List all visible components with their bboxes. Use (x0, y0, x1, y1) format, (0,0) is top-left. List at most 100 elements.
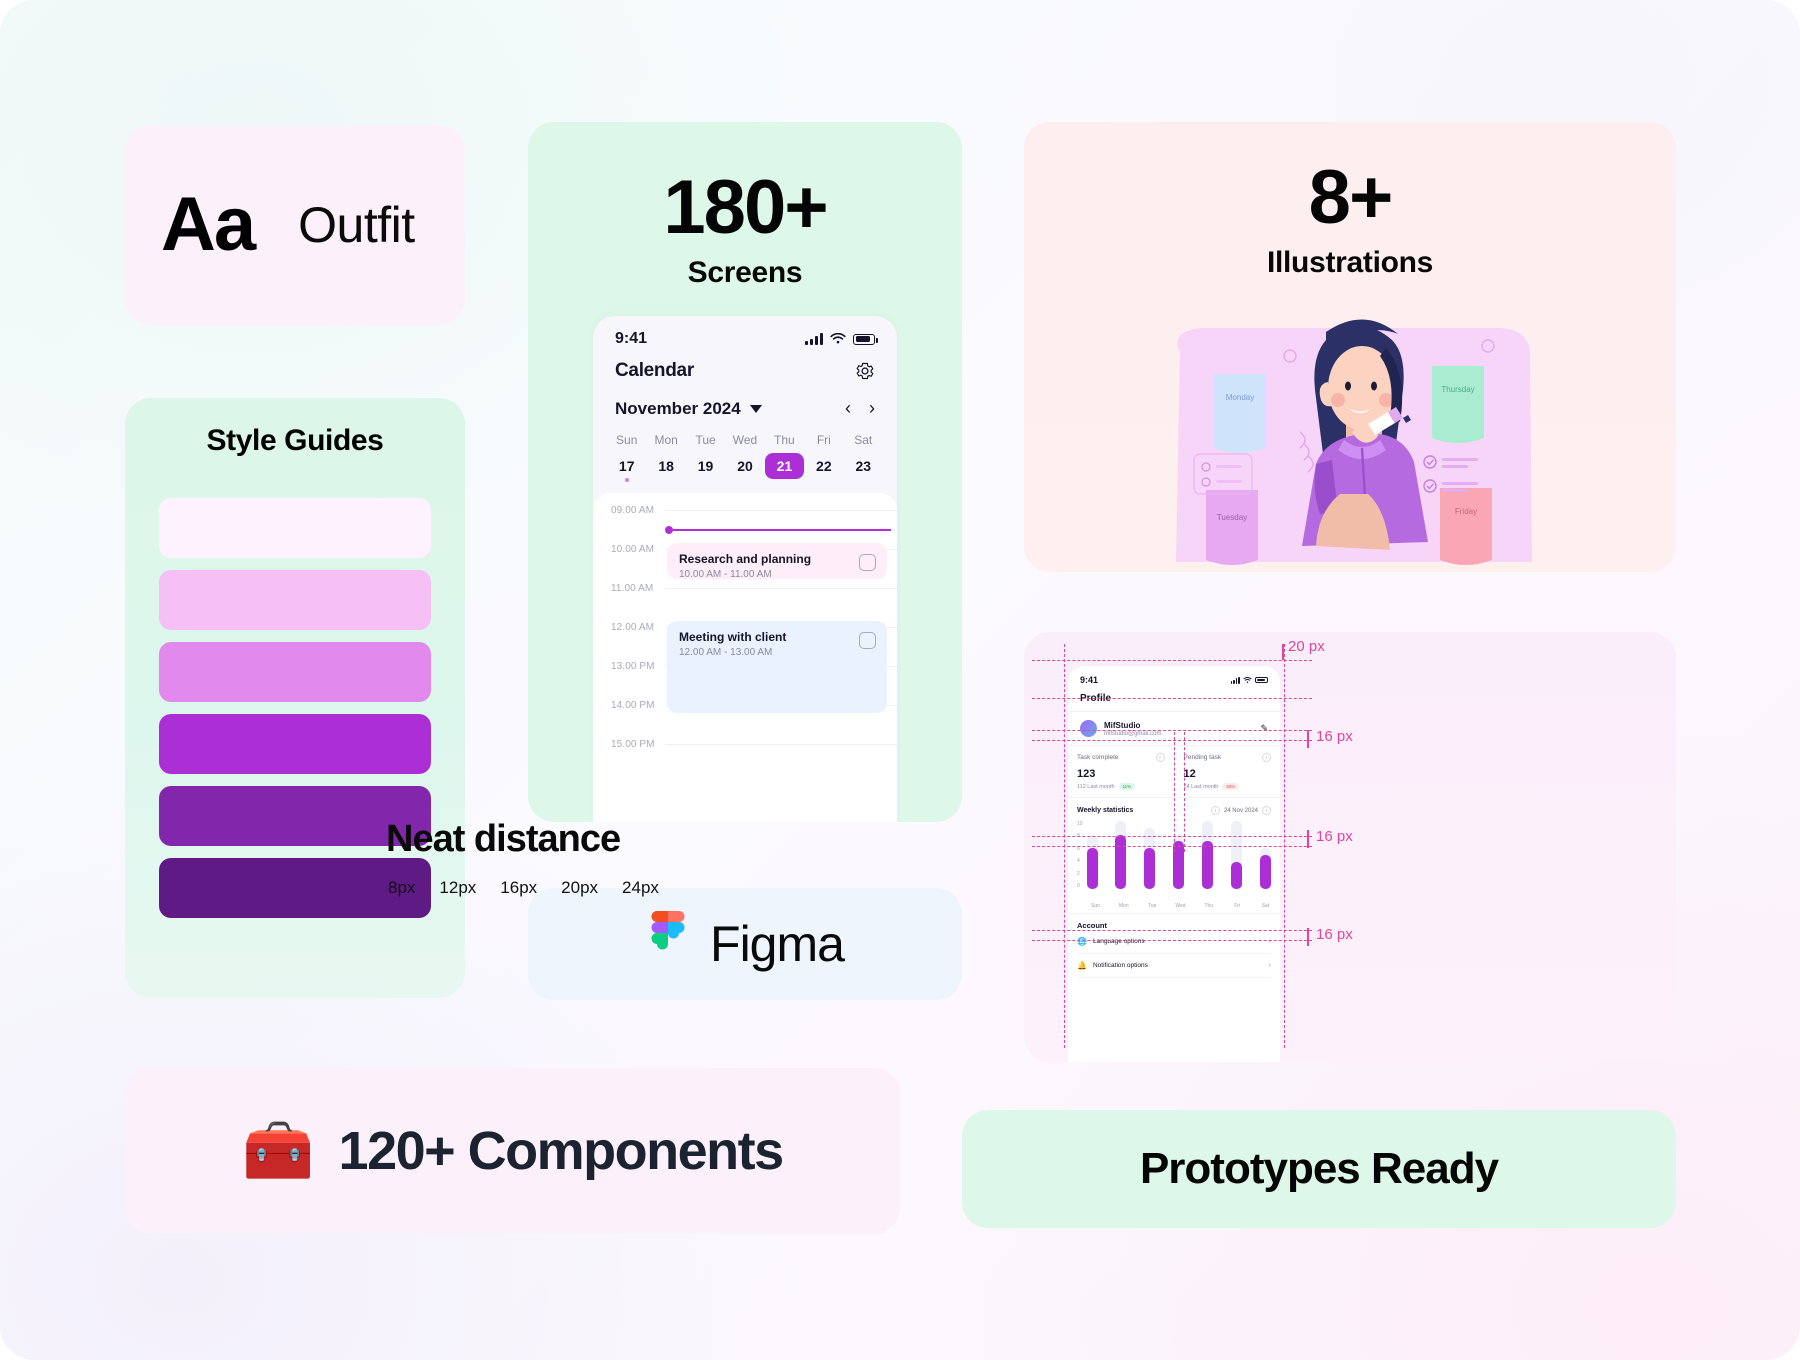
color-swatch-purple-300[interactable] (159, 642, 431, 702)
font-name-label: Outfit (298, 197, 415, 253)
date-cell[interactable]: 23 (844, 453, 883, 479)
toolbox-icon: 🧰 (242, 1118, 315, 1183)
spacing-annotation: 16 px (1316, 728, 1353, 745)
account-section: Account 🌐 Language options › 🔔 Notificat… (1068, 913, 1280, 978)
y-tick: 2 (1077, 870, 1080, 877)
chart-bar-column (1202, 821, 1214, 889)
neat-distance-title: Neat distance (386, 818, 621, 860)
date-cell[interactable]: 20 (725, 453, 764, 479)
spacing-value: 20px (561, 878, 599, 897)
sticky-note-monday: Monday (1214, 374, 1266, 453)
color-swatch-purple-50[interactable] (159, 498, 431, 558)
x-tick: Wed (1175, 903, 1186, 909)
components-card: 🧰 120+ Components (125, 1068, 900, 1234)
chart-bar (1202, 841, 1214, 889)
time-slot: 15.00 PM (593, 739, 897, 778)
date-cell[interactable]: 17 (607, 453, 646, 479)
status-time: 9:41 (615, 330, 648, 347)
date-cell[interactable]: 19 (686, 453, 725, 479)
time-slot: 09.00 AM (593, 505, 897, 544)
chart-y-axis: 10 8 6 4 2 0 (1077, 821, 1087, 889)
chart-bars (1086, 821, 1271, 889)
calendar-title: Calendar (615, 360, 694, 381)
x-tick: Tue (1147, 903, 1157, 909)
chart-bar-column (1144, 821, 1156, 889)
figma-label: Figma (710, 916, 845, 972)
next-month-button[interactable]: › (869, 398, 875, 419)
chart-bar (1260, 855, 1271, 889)
time-slot-label: 13.00 PM (611, 661, 655, 672)
month-selector-row: November 2024 ‹ › (593, 384, 897, 423)
stat-card-task-complete[interactable]: Task complete › 123 112 Last month 11% (1068, 746, 1174, 797)
chart-bar-column (1086, 821, 1098, 889)
avatar (1080, 720, 1097, 737)
x-tick: Thu (1204, 903, 1214, 909)
calendar-header: Calendar (593, 352, 897, 384)
y-tick: 4 (1077, 858, 1080, 865)
chart-bar (1144, 848, 1156, 889)
chart-bar-column (1115, 821, 1127, 889)
date-cell[interactable]: 18 (646, 453, 685, 479)
time-slot-label: 11.00 AM (611, 583, 654, 594)
spacing-value: 16px (500, 878, 538, 897)
user-name: MifStudio (1104, 720, 1141, 730)
weekday-label: Thu (774, 433, 795, 447)
screens-card: 180+ Screens 9:41 Calendar November 2024 (528, 122, 962, 822)
profile-phone-mockup: 9:41 Profile MifStudio mifstudio@gmail.c… (1068, 666, 1280, 1062)
chart-next-button[interactable]: › (1262, 806, 1271, 815)
spacing-annotation: 20 px (1288, 638, 1325, 655)
weekday-label: Mon (654, 433, 678, 447)
account-row-language[interactable]: 🌐 Language options › (1077, 930, 1271, 954)
design-system-showcase: Aa Outfit Style Guides 180+ Screens 9:41 (0, 0, 1800, 1360)
spacing-annotation: 16 px (1316, 828, 1353, 845)
chart-bar-column (1260, 821, 1271, 889)
date-row: 17 18 19 20 21 22 23 (593, 453, 897, 479)
chart-title: Weekly statistics (1077, 807, 1134, 814)
event-title: Research and planning (679, 552, 812, 566)
calendar-event[interactable]: Research and planning 10.00 AM - 11.00 A… (667, 543, 887, 580)
chart-date: 24 Nov 2024 (1223, 807, 1258, 814)
illustrations-label: Illustrations (1266, 246, 1434, 279)
event-checkbox[interactable] (859, 554, 876, 571)
weekday-label: Fri (816, 433, 831, 447)
wifi-icon (830, 333, 846, 344)
stat-card-pending-task[interactable]: Pending task › 12 24 Last month 50% (1173, 746, 1281, 797)
gear-icon[interactable] (855, 361, 875, 381)
weekday-label: Tue (695, 433, 716, 447)
signal-icon (805, 333, 823, 345)
chevron-right-icon[interactable]: › (1262, 753, 1271, 762)
status-time: 9:41 (1080, 675, 1099, 685)
pencil-icon[interactable]: ✎ (1260, 723, 1268, 734)
color-swatch-purple-200[interactable] (159, 570, 431, 630)
chart-bar-column (1231, 821, 1243, 889)
account-title: Account (1077, 921, 1107, 930)
user-email: mifstudio@gmail.com (1104, 730, 1162, 737)
stat-value: 12 (1183, 768, 1196, 780)
stat-label: Pending task (1183, 754, 1222, 761)
signal-icon (1230, 676, 1240, 684)
font-sample-aa: Aa (161, 182, 256, 267)
current-time-indicator (665, 526, 891, 534)
wifi-icon (1243, 676, 1252, 683)
illustration-graphic: Monday Thursday Tuesday Friday (1024, 312, 1676, 572)
battery-icon (1255, 676, 1268, 684)
event-title: Meeting with client (679, 630, 787, 644)
calendar-phone-mockup: 9:41 Calendar November 2024 ‹ › Sun Mon … (593, 316, 897, 822)
time-slot-label: 12.00 AM (611, 622, 655, 633)
color-swatch-purple-500[interactable] (159, 714, 431, 774)
prev-month-button[interactable]: ‹ (845, 398, 851, 419)
spacing-value: 8px (388, 878, 416, 897)
chart-bar (1086, 848, 1098, 889)
event-checkbox[interactable] (859, 632, 876, 649)
language-icon: 🌐 (1077, 937, 1087, 946)
chart-prev-button[interactable]: ‹ (1210, 806, 1220, 815)
chevron-right-icon[interactable]: › (1155, 753, 1165, 762)
y-tick: 10 (1077, 821, 1083, 827)
account-row-notification[interactable]: 🔔 Notification options › (1077, 954, 1271, 978)
weekday-header-row: Sun Mon Tue Wed Thu Fri Sat (593, 433, 897, 447)
date-cell[interactable]: 22 (804, 453, 843, 479)
date-cell-selected[interactable]: 21 (764, 453, 805, 479)
month-dropdown[interactable]: November 2024 (615, 399, 762, 419)
calendar-event[interactable]: Meeting with client 12.00 AM - 13.00 AM (667, 621, 887, 713)
x-tick: Fri (1234, 903, 1241, 909)
